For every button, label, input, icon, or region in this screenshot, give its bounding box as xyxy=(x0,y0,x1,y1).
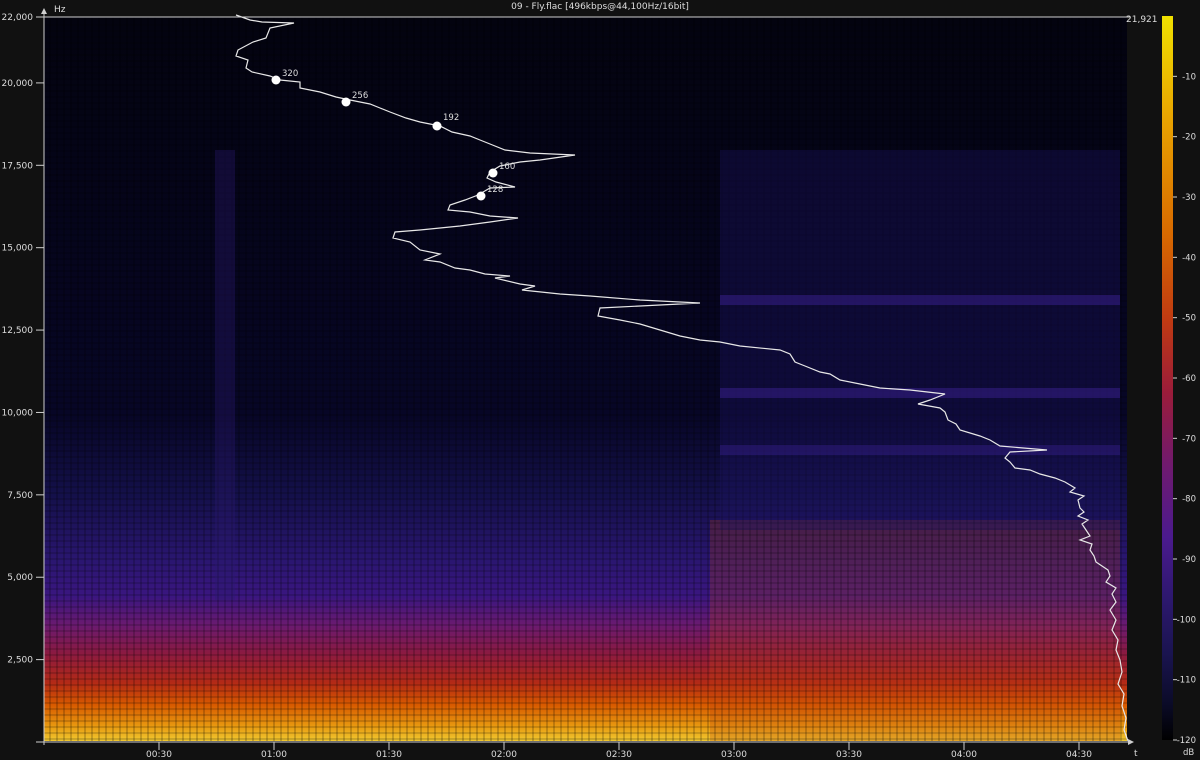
x-tick-label: 00:30 xyxy=(146,750,172,760)
colorbar-tick-label: -70 xyxy=(1182,434,1196,444)
marker-label: 160 xyxy=(499,162,515,172)
y-tick-label: 15,000 xyxy=(2,244,34,254)
y-tick-label: 20,000 xyxy=(2,79,34,89)
marker-label: 320 xyxy=(282,69,298,79)
colorbar-tick-label: -20 xyxy=(1182,133,1196,143)
marker-label: 192 xyxy=(443,113,459,123)
y-tick-label: 12,500 xyxy=(2,326,34,336)
x-tick-label: 02:00 xyxy=(491,750,517,760)
y-tick-label: 2,500 xyxy=(7,656,33,666)
colorbar-tick-label: -40 xyxy=(1182,253,1196,263)
colorbar-tick-label: -80 xyxy=(1182,495,1196,505)
y-tick-label: 10,000 xyxy=(2,408,34,418)
x-tick-label: 03:00 xyxy=(721,750,747,760)
x-tick-label: 01:30 xyxy=(376,750,402,760)
colorbar-tick-label: -50 xyxy=(1182,314,1196,324)
colorbar-tick-label: -110 xyxy=(1177,676,1196,686)
y-tick-label: 22,000 xyxy=(2,13,34,23)
y-tick-label: 7,500 xyxy=(7,491,33,501)
spectrogram-image xyxy=(44,17,1127,741)
colorbar: -10-20-30-40-50-60-70-80-90-100-110-120 … xyxy=(1162,16,1196,758)
x-tick-label: 04:00 xyxy=(951,750,977,760)
colorbar-tick-label: -90 xyxy=(1182,555,1196,565)
colorbar-tick-label: -10 xyxy=(1182,72,1196,82)
y-axis-ticks: 22,000 20,000 17,500 15,000 12,500 10,000 7,50… xyxy=(2,13,44,666)
x-tick-label: 01:00 xyxy=(261,750,287,760)
colorbar-gradient xyxy=(1162,16,1173,740)
cutoff-value-label: 21,921 xyxy=(1126,15,1158,25)
x-tick-label: 04:30 xyxy=(1066,750,1092,760)
marker-label: 256 xyxy=(352,91,368,101)
y-tick-label: 5,000 xyxy=(7,573,33,583)
colorbar-tick-label: -30 xyxy=(1182,193,1196,203)
colorbar-ticks: -10 -20 -30 -40 -50 -60 -70 -80 -90 -100 -110 -120 xyxy=(1173,72,1196,746)
x-axis-ticks: 00:30 01:00 01:30 02:00 02:30 03:00 03:30 04:00… xyxy=(146,742,1092,760)
y-tick-label: 17,500 xyxy=(2,161,34,171)
colorbar-tick-label: -120 xyxy=(1177,736,1196,746)
colorbar-tick-label: -100 xyxy=(1177,615,1196,625)
x-axis-unit: t xyxy=(1134,749,1138,759)
window-title: 09 - Fly.flac [496kbps@44,100Hz/16bit] xyxy=(511,2,689,12)
colorbar-tick-label: -60 xyxy=(1182,374,1196,384)
colorbar-unit: dB xyxy=(1183,748,1194,758)
x-tick-label: 03:30 xyxy=(836,750,862,760)
marker-label: 128 xyxy=(487,185,503,195)
x-tick-label: 02:30 xyxy=(606,750,632,760)
spectrogram-view[interactable]: 320 256 192 160 128 22,000 20,000 17,500 15… xyxy=(0,0,1200,760)
